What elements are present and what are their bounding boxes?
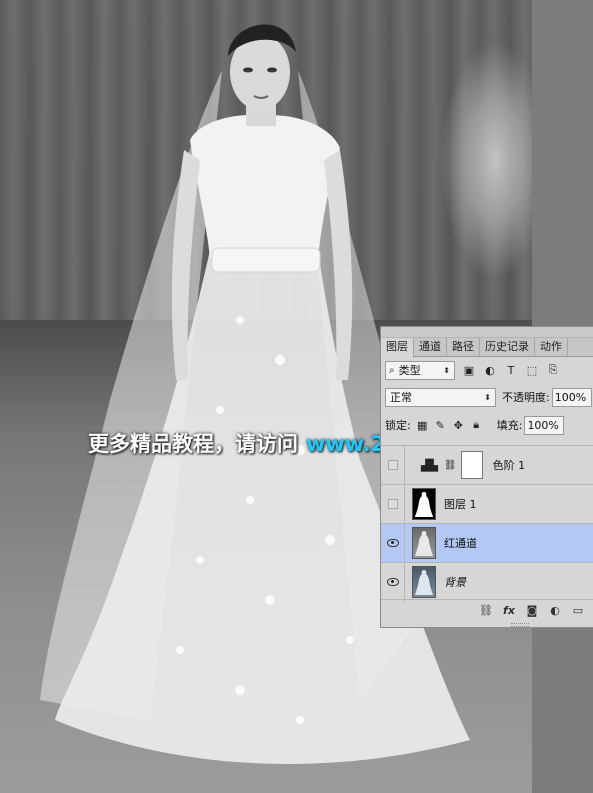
blend-mode-value: 正常: [390, 391, 412, 404]
bride-silhouette-icon: [415, 492, 433, 517]
lock-move-icon[interactable]: ✥: [452, 419, 465, 432]
tab-paths[interactable]: 路径: [447, 338, 480, 357]
filter-pixel-icon[interactable]: ▣: [462, 363, 476, 377]
eye-icon: [386, 539, 399, 547]
search-icon: ⌕: [389, 364, 395, 376]
blend-row: 正常 ⬍ 不透明度: 100%: [385, 387, 593, 407]
opacity-label: 不透明度:: [502, 391, 550, 404]
tab-layers[interactable]: 图层: [381, 338, 414, 358]
tab-history[interactable]: 历史记录: [480, 338, 535, 357]
filter-type-icon[interactable]: T: [504, 363, 518, 377]
layers-panel: 图层 通道 路径 历史记录 动作 ⌕ 类型 ⬍ ▣ ◐ T ⬚ ⎘ 正常 ⬍ 不…: [380, 326, 593, 628]
filter-adjustment-icon[interactable]: ◐: [483, 363, 497, 377]
fill-label: 填充:: [496, 419, 523, 432]
visibility-off-icon: [387, 499, 398, 509]
panel-resize-grip[interactable]: [511, 623, 529, 627]
layer-name: 背景: [444, 576, 466, 589]
layer-row-red-channel[interactable]: 红通道: [381, 523, 593, 563]
layer-row-background[interactable]: 背景: [381, 562, 593, 602]
visibility-toggle[interactable]: [381, 484, 405, 524]
filter-type-select[interactable]: ⌕ 类型 ⬍: [385, 360, 455, 380]
stepper-arrows-icon: ⬍: [443, 365, 450, 375]
bride-color-icon: [415, 570, 433, 595]
layer-name: 色阶 1: [492, 459, 526, 472]
visibility-toggle[interactable]: [381, 445, 405, 485]
layer-thumbnail: [412, 566, 436, 598]
layer-mask-thumbnail: [460, 451, 483, 479]
link-icon[interactable]: ⛓: [479, 604, 493, 618]
adjustment-icon[interactable]: ◐: [548, 604, 562, 618]
tab-actions[interactable]: 动作: [535, 338, 568, 357]
tab-channels[interactable]: 通道: [414, 338, 447, 357]
eye-icon: [386, 578, 399, 586]
filter-smartobject-icon[interactable]: ⎘: [546, 363, 560, 377]
panel-footer: ⛓ fx ◙ ◐ ▭: [381, 599, 593, 621]
link-chain-icon: ⛓: [443, 459, 457, 471]
layer-name: 红通道: [444, 537, 477, 550]
visibility-toggle[interactable]: [381, 562, 405, 602]
bride-grayscale-icon: [415, 531, 433, 556]
lock-brush-icon[interactable]: ✎: [434, 419, 447, 432]
panel-grip[interactable]: [381, 327, 593, 338]
lock-transparent-icon[interactable]: ▦: [416, 419, 429, 432]
layer-row-levels[interactable]: ▟▙ ⛓ 色阶 1: [381, 445, 593, 485]
opacity-input[interactable]: 100%: [551, 387, 592, 407]
folder-icon[interactable]: ▭: [571, 604, 585, 618]
mask-icon[interactable]: ◙: [525, 604, 539, 618]
watermark-text: 更多精品教程，请访问: [88, 432, 298, 456]
filter-shape-icon[interactable]: ⬚: [525, 363, 539, 377]
filter-type-value: 类型: [398, 364, 421, 377]
layer-name: 图层 1: [444, 498, 477, 511]
lock-row: 锁定: ▦ ✎ ✥ 🔒︎ 填充: 100%: [385, 415, 593, 435]
blend-mode-select[interactable]: 正常 ⬍: [385, 387, 496, 407]
levels-adjustment-icon: ▟▙: [421, 458, 438, 472]
layer-row-layer1[interactable]: 图层 1: [381, 484, 593, 524]
layer-thumbnail: [412, 527, 436, 559]
stepper-arrows-icon: ⬍: [484, 392, 491, 402]
filter-row: ⌕ 类型 ⬍ ▣ ◐ T ⬚ ⎘: [385, 360, 593, 380]
layer-thumbnail: [412, 488, 436, 520]
visibility-off-icon: [387, 460, 398, 470]
visibility-toggle[interactable]: [381, 523, 405, 563]
fx-icon[interactable]: fx: [502, 604, 516, 618]
lock-label: 锁定:: [385, 419, 411, 432]
panel-tabs: 图层 通道 路径 历史记录 动作: [381, 338, 593, 358]
fill-input[interactable]: 100%: [524, 415, 565, 435]
lock-all-icon[interactable]: 🔒︎: [470, 418, 483, 432]
